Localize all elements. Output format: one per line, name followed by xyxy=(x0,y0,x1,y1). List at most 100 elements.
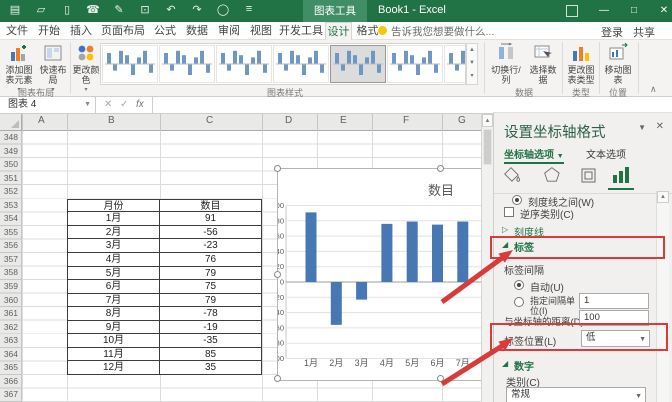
row-header-351[interactable]: 351 xyxy=(0,172,21,186)
name-box[interactable]: 图表 4▼ xyxy=(0,97,96,113)
table-cell[interactable]: 1月 xyxy=(67,212,160,226)
quick-layout-button[interactable]: 快速布局▾ xyxy=(38,42,68,92)
table-header-row[interactable]: 月份数目 xyxy=(67,199,262,213)
table-cell[interactable]: 12月 xyxy=(67,361,160,375)
pane-tab-axis-options[interactable]: 坐标轴选项 ▼ xyxy=(504,146,564,164)
specify-unit-label[interactable]: 指定间隔单位(I) xyxy=(530,296,580,316)
minimize-button[interactable]: — xyxy=(589,0,619,22)
table-cell[interactable]: 9月 xyxy=(67,321,160,335)
row-header-348[interactable]: 348 xyxy=(0,131,21,145)
table-row[interactable]: 4月76 xyxy=(67,253,262,267)
column-header-b[interactable]: B xyxy=(108,115,115,126)
category-select[interactable]: 常规▼ xyxy=(506,387,646,402)
tab-home[interactable]: 开始 xyxy=(34,22,64,40)
table-cell[interactable]: 79 xyxy=(160,294,262,308)
table-row[interactable]: 5月79 xyxy=(67,267,262,281)
table-row[interactable]: 1月91 xyxy=(67,212,262,226)
pane-close-icon[interactable]: ✕ xyxy=(656,121,664,132)
between-ticks-radio[interactable] xyxy=(512,195,522,205)
table-cell[interactable]: 79 xyxy=(160,267,262,281)
table-row[interactable]: 9月-19 xyxy=(67,321,262,335)
column-header-a[interactable]: A xyxy=(38,115,45,126)
row-header-349[interactable]: 349 xyxy=(0,145,21,159)
table-cell[interactable]: -35 xyxy=(160,334,262,348)
save-icon[interactable]: ▤ xyxy=(6,3,24,16)
chart-handle-bottom-center[interactable] xyxy=(437,375,444,382)
auto-label[interactable]: 自动(U) xyxy=(530,279,564,294)
change-chart-type-button[interactable]: 更改图表类型 xyxy=(565,42,597,92)
row-header-355[interactable]: 355 xyxy=(0,226,21,240)
table-cell[interactable]: 6月 xyxy=(67,280,160,294)
chart-style-thumbnail[interactable] xyxy=(330,45,386,83)
row-header-364[interactable]: 364 xyxy=(0,348,21,362)
row-header-354[interactable]: 354 xyxy=(0,212,21,226)
ribbon-display-options-icon[interactable] xyxy=(566,5,578,17)
table-cell[interactable]: 4月 xyxy=(67,253,160,267)
row-header-365[interactable]: 365 xyxy=(0,361,21,375)
column-header-c[interactable]: C xyxy=(206,115,213,126)
table-row[interactable]: 8月-78 xyxy=(67,307,262,321)
tab-developer[interactable]: 开发工具 xyxy=(278,22,324,40)
tab-design[interactable]: 设计 xyxy=(325,22,352,40)
table-row[interactable]: 3月-23 xyxy=(67,239,262,253)
share-button[interactable]: 共享 xyxy=(633,24,655,40)
table-cell[interactable]: 月份 xyxy=(67,199,160,213)
chart-style-thumbnail[interactable] xyxy=(387,45,443,83)
table-row[interactable]: 7月79 xyxy=(67,294,262,308)
tab-insert[interactable]: 插入 xyxy=(66,22,96,40)
table-cell[interactable]: 7月 xyxy=(67,294,160,308)
tell-me-box[interactable]: 告诉我您想要做什么... xyxy=(378,24,494,39)
tab-review[interactable]: 审阅 xyxy=(214,22,244,40)
insert-function-icon[interactable]: fx xyxy=(136,97,144,113)
column-header-g[interactable]: G xyxy=(458,115,466,126)
collapse-ribbon-icon[interactable]: ∧ xyxy=(650,84,657,95)
table-row[interactable]: 10月-35 xyxy=(67,334,262,348)
auto-radio[interactable] xyxy=(514,280,524,290)
table-cell[interactable]: 85 xyxy=(160,348,262,362)
sign-in-link[interactable]: 登录 xyxy=(601,24,623,40)
axis-options-icon[interactable] xyxy=(610,165,634,187)
maximize-button[interactable]: □ xyxy=(619,0,649,22)
effects-icon[interactable] xyxy=(542,165,566,187)
new-file-icon[interactable]: ▯ xyxy=(58,3,76,16)
row-header-367[interactable]: 367 xyxy=(0,388,21,402)
column-header-d[interactable]: D xyxy=(285,115,292,126)
scroll-up-icon[interactable]: ▲ xyxy=(482,114,493,127)
tab-data[interactable]: 数据 xyxy=(182,22,212,40)
close-button[interactable]: ✕ xyxy=(649,0,672,22)
data-table[interactable]: 月份数目1月912月-563月-234月765月796月757月798月-789… xyxy=(67,199,262,375)
number-section[interactable]: 数字 xyxy=(514,358,534,373)
specify-unit-input[interactable]: 1 xyxy=(579,293,649,309)
open-icon[interactable]: ▱ xyxy=(32,3,50,16)
pane-scrollbar[interactable]: ▲ xyxy=(656,191,669,402)
row-header-356[interactable]: 356 xyxy=(0,239,21,253)
chart-style-thumbnail[interactable] xyxy=(102,45,158,83)
add-chart-element-button[interactable]: 添加图表元素▾ xyxy=(2,42,36,92)
chart-style-thumbnail[interactable] xyxy=(159,45,215,83)
tab-file[interactable]: 文件 xyxy=(2,22,32,40)
row-header-358[interactable]: 358 xyxy=(0,266,21,280)
select-data-button[interactable]: 选择数据 xyxy=(526,42,560,92)
row-header-361[interactable]: 361 xyxy=(0,307,21,321)
reverse-categories-label[interactable]: 逆序类别(C) xyxy=(520,206,574,221)
table-cell[interactable]: -19 xyxy=(160,321,262,335)
pane-options-dropdown-icon[interactable]: ▼ xyxy=(638,123,646,132)
table-row[interactable]: 6月75 xyxy=(67,280,262,294)
table-cell[interactable]: 75 xyxy=(160,280,262,294)
row-header-352[interactable]: 352 xyxy=(0,185,21,199)
table-cell[interactable]: 数目 xyxy=(160,199,262,213)
size-properties-icon[interactable] xyxy=(578,165,602,187)
reverse-categories-checkbox[interactable] xyxy=(504,207,514,217)
table-cell[interactable]: 35 xyxy=(160,361,262,375)
chevron-right-icon[interactable]: ▷ xyxy=(502,225,508,234)
row-header-362[interactable]: 362 xyxy=(0,321,21,335)
table-cell[interactable]: -56 xyxy=(160,226,262,240)
undo-icon[interactable]: ↶ xyxy=(162,3,180,16)
table-cell[interactable]: 8月 xyxy=(67,307,160,321)
row-header-366[interactable]: 366 xyxy=(0,375,21,389)
row-header-359[interactable]: 359 xyxy=(0,280,21,294)
move-chart-button[interactable]: 移动图表 xyxy=(602,42,634,92)
row-header-350[interactable]: 350 xyxy=(0,158,21,172)
switch-row-column-button[interactable]: 切换行/列 xyxy=(488,42,524,92)
chart-style-gallery[interactable] xyxy=(100,43,466,85)
